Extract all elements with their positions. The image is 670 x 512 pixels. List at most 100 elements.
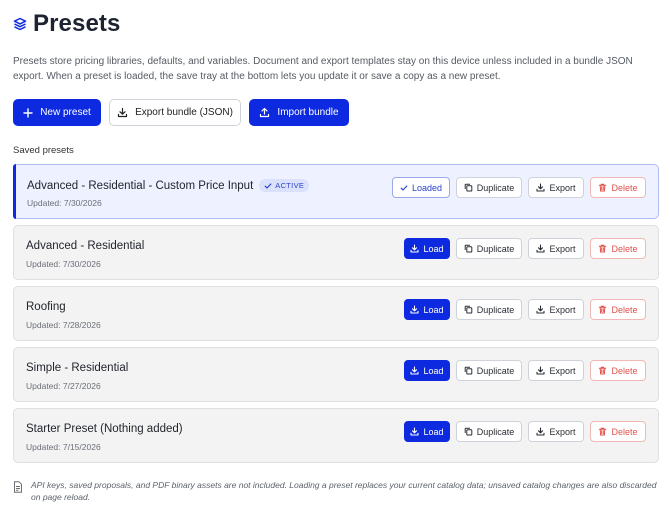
- delete-label: Delete: [611, 304, 638, 315]
- copy-icon: [464, 366, 473, 375]
- duplicate-button[interactable]: Duplicate: [456, 177, 522, 198]
- duplicate-button[interactable]: Duplicate: [456, 421, 522, 442]
- duplicate-label: Duplicate: [476, 426, 515, 437]
- delete-label: Delete: [611, 426, 638, 437]
- duplicate-label: Duplicate: [476, 243, 515, 254]
- export-label: Export: [549, 182, 576, 193]
- check-icon: [400, 184, 408, 192]
- download-icon: [536, 427, 546, 436]
- export-bundle-label: Export bundle (JSON): [135, 107, 233, 118]
- load-label: Load: [423, 304, 444, 315]
- delete-button[interactable]: Delete: [590, 238, 646, 259]
- preset-name: Advanced - Residential: [26, 240, 145, 252]
- load-label: Load: [423, 426, 444, 437]
- duplicate-button[interactable]: Duplicate: [456, 238, 522, 259]
- preset-title-row: Advanced - Residential: [26, 240, 144, 252]
- load-label: Load: [423, 365, 444, 376]
- preset-actions: Load Duplicate Export Delete: [404, 299, 646, 320]
- load-button[interactable]: Load: [404, 238, 450, 259]
- new-preset-button[interactable]: New preset: [13, 99, 101, 126]
- page-title: Presets: [33, 10, 121, 37]
- import-bundle-label: Import bundle: [277, 107, 339, 118]
- preset-card: Advanced - Residential - Custom Price In…: [13, 164, 659, 219]
- active-badge-label: ACTIVE: [275, 181, 305, 190]
- preset-actions: Load Duplicate Export Delete: [404, 238, 646, 259]
- preset-name: Simple - Residential: [26, 362, 129, 374]
- preset-updated: Updated: 7/27/2026: [26, 381, 101, 391]
- preset-name: Roofing: [26, 301, 66, 313]
- page-header: Presets: [13, 10, 120, 38]
- preset-name: Starter Preset (Nothing added): [26, 423, 183, 435]
- download-icon: [536, 183, 546, 192]
- preset-actions: Load Duplicate Export Delete: [404, 360, 646, 381]
- delete-button[interactable]: Delete: [590, 299, 646, 320]
- preset-title-row: Starter Preset (Nothing added): [26, 423, 183, 435]
- download-icon: [410, 244, 420, 253]
- download-icon: [410, 305, 420, 314]
- preset-card: Advanced - Residential Updated: 7/30/2026…: [13, 225, 659, 280]
- preset-card: Simple - Residential Updated: 7/27/2026 Lo…: [13, 347, 659, 402]
- duplicate-button[interactable]: Duplicate: [456, 299, 522, 320]
- delete-button[interactable]: Delete: [590, 421, 646, 442]
- preset-title-row: Advanced - Residential - Custom Price In…: [27, 179, 310, 192]
- plus-icon: [23, 107, 33, 118]
- delete-label: Delete: [611, 182, 638, 193]
- layers-icon: [13, 17, 27, 31]
- loaded-label: Loaded: [411, 182, 443, 193]
- upload-icon: [260, 107, 270, 118]
- preset-name: Advanced - Residential - Custom Price In…: [27, 179, 254, 192]
- saved-presets-heading: Saved presets: [13, 145, 74, 156]
- export-button[interactable]: Export: [528, 238, 584, 259]
- duplicate-button[interactable]: Duplicate: [456, 360, 522, 381]
- duplicate-label: Duplicate: [476, 304, 515, 315]
- preset-actions: Loaded Duplicate Export Delete: [392, 177, 646, 198]
- import-bundle-button[interactable]: Import bundle: [249, 99, 349, 126]
- trash-icon: [598, 366, 607, 375]
- download-icon: [536, 366, 546, 375]
- duplicate-label: Duplicate: [476, 182, 515, 193]
- load-button[interactable]: Load: [404, 360, 450, 381]
- toolbar: New preset Export bundle (JSON) Import b…: [13, 99, 349, 126]
- trash-icon: [598, 183, 607, 192]
- check-icon: [264, 182, 272, 190]
- loaded-button[interactable]: Loaded: [392, 177, 450, 198]
- delete-button[interactable]: Delete: [590, 360, 646, 381]
- export-button[interactable]: Export: [528, 421, 584, 442]
- trash-icon: [598, 427, 607, 436]
- download-icon: [410, 427, 420, 436]
- preset-updated: Updated: 7/30/2026: [27, 198, 102, 208]
- new-preset-label: New preset: [40, 107, 91, 118]
- load-button[interactable]: Load: [404, 299, 450, 320]
- preset-title-row: Roofing: [26, 301, 66, 313]
- document-icon: [13, 480, 23, 493]
- trash-icon: [598, 244, 607, 253]
- delete-button[interactable]: Delete: [590, 177, 646, 198]
- download-icon: [410, 366, 420, 375]
- active-badge: ACTIVE: [259, 179, 310, 192]
- trash-icon: [598, 305, 607, 314]
- preset-title-row: Simple - Residential: [26, 362, 128, 374]
- preset-actions: Load Duplicate Export Delete: [404, 421, 646, 442]
- delete-label: Delete: [611, 365, 638, 376]
- export-button[interactable]: Export: [528, 177, 584, 198]
- download-icon: [536, 244, 546, 253]
- preset-card: Roofing Updated: 7/28/2026 Load Duplicate Ex…: [13, 286, 659, 341]
- load-button[interactable]: Load: [404, 421, 450, 442]
- duplicate-label: Duplicate: [476, 365, 515, 376]
- export-label: Export: [549, 365, 576, 376]
- download-icon: [536, 305, 546, 314]
- export-label: Export: [549, 426, 576, 437]
- delete-label: Delete: [611, 243, 638, 254]
- export-bundle-button[interactable]: Export bundle (JSON): [109, 99, 241, 126]
- export-label: Export: [549, 304, 576, 315]
- footer-note-text: API keys, saved proposals, and PDF binar…: [31, 480, 657, 502]
- export-button[interactable]: Export: [528, 360, 584, 381]
- preset-card: Starter Preset (Nothing added) Updated: 7…: [13, 408, 659, 463]
- download-icon: [117, 107, 128, 118]
- copy-icon: [464, 183, 473, 192]
- page-description: Presets store pricing libraries, default…: [13, 56, 633, 82]
- export-button[interactable]: Export: [528, 299, 584, 320]
- footer-note: API keys, saved proposals, and PDF binar…: [13, 479, 663, 503]
- copy-icon: [464, 305, 473, 314]
- load-label: Load: [423, 243, 444, 254]
